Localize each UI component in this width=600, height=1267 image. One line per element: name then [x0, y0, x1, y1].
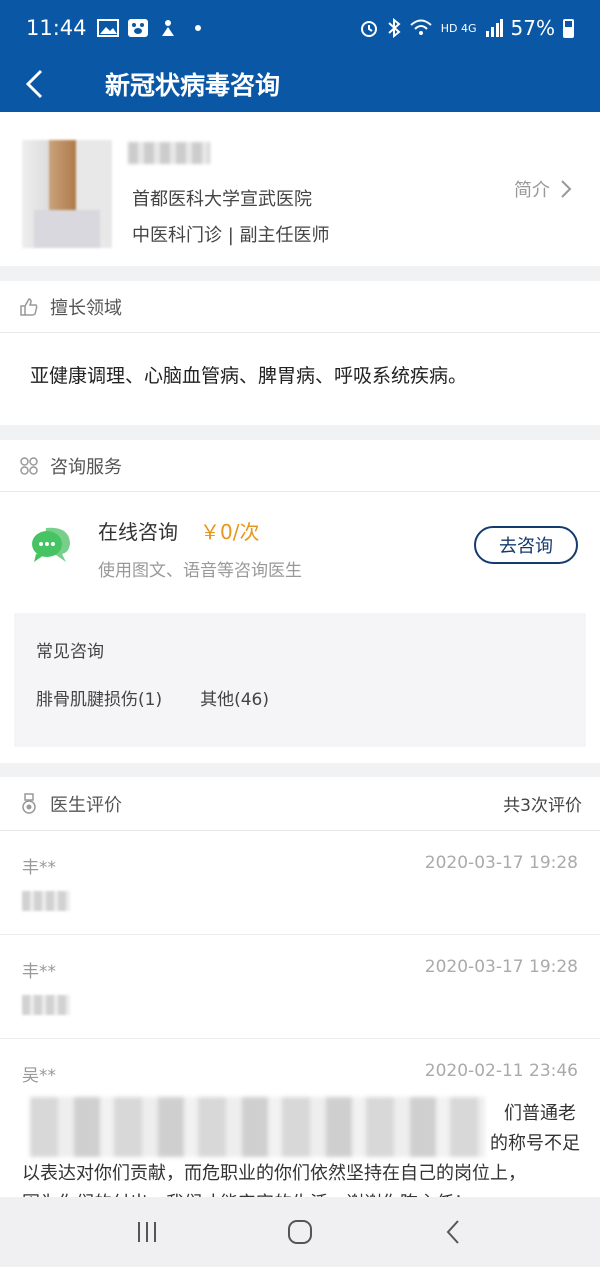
reviews-header: 医生评价 共3次评价	[0, 777, 600, 831]
recent-apps-icon	[137, 1222, 156, 1242]
review-item: 丰** 2020-03-17 19:28	[0, 831, 600, 935]
back-button[interactable]	[0, 56, 70, 112]
reviews-card: 医生评价 共3次评价	[0, 777, 600, 831]
battery-icon	[563, 18, 574, 38]
recent-apps-button[interactable]	[127, 1212, 167, 1252]
review-text-blurred	[22, 995, 70, 1015]
review-text-blurred	[22, 891, 70, 911]
dot-icon	[194, 25, 201, 31]
specialty-card: 擅长领域 亚健康调理、心脑血管病、脾胃病、呼吸系统疾病。	[0, 281, 600, 425]
online-consult-row[interactable]: 在线咨询 ￥0/次 使用图文、语音等咨询医生 去咨询	[0, 492, 600, 612]
page-title: 新冠状病毒咨询	[105, 71, 281, 100]
alarm-icon	[360, 21, 377, 37]
wifi-icon	[410, 19, 432, 35]
home-button[interactable]	[280, 1212, 320, 1252]
review-time: 2020-03-17 19:28	[424, 853, 578, 873]
chat-bubble-icon	[32, 527, 70, 562]
review-item: 丰** 2020-03-17 19:28	[0, 935, 600, 1039]
figure-icon	[161, 20, 174, 36]
doctor-department: 中医科门诊 | 副主任医师	[132, 225, 330, 246]
bluetooth-icon	[388, 18, 401, 38]
medal-icon	[18, 792, 40, 815]
status-bar: 11:44 HD 4G 57%	[0, 0, 600, 56]
review-time: 2020-03-17 19:28	[424, 957, 578, 977]
signal-icon	[485, 19, 503, 37]
avatar	[22, 140, 112, 248]
faq-tag[interactable]: 腓骨肌腱损伤(1)	[36, 685, 162, 710]
online-consult-description: 使用图文、语音等咨询医生	[98, 561, 302, 581]
faq-tag[interactable]: 其他(46)	[200, 685, 269, 710]
review-text-blurred	[30, 1097, 485, 1157]
reviews-heading: 医生评价	[50, 794, 122, 816]
review-user: 丰**	[22, 962, 56, 982]
faq-title: 常见咨询	[36, 642, 104, 662]
intro-label: 简介	[514, 180, 550, 201]
review-line: 以表达对你们贡献，而危职业的你们依然坚持在自己的岗位上，	[22, 1163, 526, 1184]
back-arrow-icon	[25, 69, 43, 99]
faq-tags: 腓骨肌腱损伤(1) 其他(46)	[36, 685, 269, 710]
doctor-card[interactable]: 首都医科大学宣武医院 中医科门诊 | 副主任医师 简介	[0, 112, 600, 266]
review-time: 2020-02-11 23:46	[424, 1061, 578, 1081]
go-consult-button[interactable]: 去咨询	[474, 526, 578, 564]
image-icon	[96, 19, 119, 37]
review-user: 吴**	[22, 1066, 56, 1086]
faq-box: 常见咨询 腓骨肌腱损伤(1) 其他(46)	[14, 613, 586, 747]
system-nav-bar	[0, 1197, 600, 1267]
doctor-name-blurred	[128, 142, 210, 164]
review-user: 丰**	[22, 858, 56, 878]
specialty-text: 亚健康调理、心脑血管病、脾胃病、呼吸系统疾病。	[30, 365, 468, 387]
home-icon	[287, 1220, 312, 1244]
specialty-header: 擅长领域	[0, 281, 600, 333]
status-time: 11:44	[26, 16, 87, 40]
specialty-heading: 擅长领域	[50, 297, 122, 319]
battery-percent: 57%	[510, 16, 555, 40]
chevron-right-icon	[561, 180, 572, 198]
reviews-count[interactable]: 共3次评价	[503, 791, 582, 816]
intro-link[interactable]: 简介	[514, 176, 572, 202]
signal-label: HD 4G	[440, 21, 477, 35]
system-back-button[interactable]	[433, 1212, 473, 1252]
consult-price: ￥0/次	[200, 520, 260, 544]
thumbs-up-icon	[18, 296, 40, 318]
consult-header: 咨询服务	[0, 440, 600, 492]
consult-heading: 咨询服务	[50, 456, 122, 478]
review-item: 吴** 2020-02-11 23:46 们普通老 的称号不足 以表达对你们贡献…	[0, 1039, 600, 1214]
paw-icon	[127, 19, 148, 37]
doctor-hospital: 首都医科大学宣武医院	[132, 189, 312, 210]
grid-icon	[18, 455, 40, 477]
online-consult-label: 在线咨询	[98, 520, 178, 544]
title-bar: 新冠状病毒咨询	[0, 56, 600, 112]
back-icon	[446, 1220, 460, 1244]
